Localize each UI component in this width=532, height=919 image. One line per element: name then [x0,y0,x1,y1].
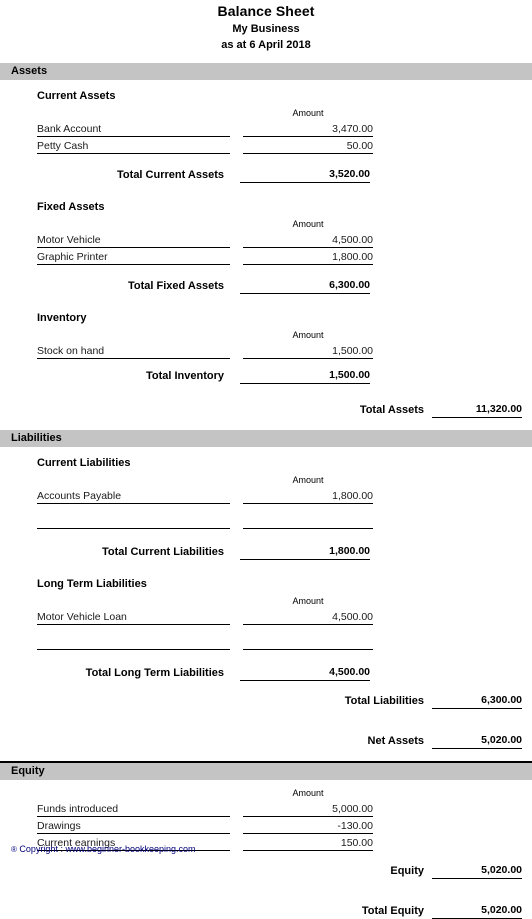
section-bar-assets: Assets [0,63,532,80]
total-amount: 6,300.00 [240,278,370,294]
total-label: Total Current Assets [117,169,224,181]
amount-header-row-current-liabilities: Amount [0,473,532,487]
list-item-empty [0,633,532,650]
item-label [37,635,230,650]
total-row-long-term-liabilities: Total Long Term Liabilities 4,500.00 [0,664,532,681]
registered-mark-icon: ® [11,845,17,854]
amount-header-row-long-term-liabilities: Amount [0,594,532,608]
subsection-heading-fixed-assets: Fixed Assets [37,201,105,213]
list-item: Bank Account 3,470.00 [0,120,532,137]
item-amount: 3,470.00 [243,122,373,137]
list-item: Motor Vehicle 4,500.00 [0,231,532,248]
list-item: Accounts Payable 1,800.00 [0,487,532,504]
page-title: Balance Sheet [217,3,315,19]
amount-column-header: Amount [292,219,324,229]
amount-column-header: Amount [292,596,324,606]
item-amount: 5,000.00 [243,802,373,817]
list-item: Stock on hand 1,500.00 [0,342,532,359]
amount-header-row-equity: Amount [0,786,532,800]
item-amount: 1,500.00 [243,344,373,359]
item-amount: 1,800.00 [243,250,373,265]
grand-total-amount: 11,320.00 [432,402,522,418]
item-label: Stock on hand [37,344,230,359]
grand-total-amount: 6,300.00 [432,693,522,709]
subsection-heading-current-liabilities: Current Liabilities [37,457,131,469]
amount-header-row-current-assets: Amount [0,106,532,120]
item-amount: 50.00 [243,139,373,154]
list-item-empty [0,512,532,529]
item-amount [243,514,373,529]
item-amount: 4,500.00 [243,233,373,248]
subsection-heading-inventory: Inventory [37,312,87,324]
amount-column-header: Amount [292,788,324,798]
amount-header-row-fixed-assets: Amount [0,217,532,231]
item-amount [243,635,373,650]
copyright-footer: ® Copyright : www.beginner-bookkeeping.c… [11,844,196,854]
total-amount: 3,520.00 [240,167,370,183]
equity-subtotal-amount: 5,020.00 [432,863,522,879]
subsection-heading-current-assets: Current Assets [37,90,116,102]
list-item: Drawings -130.00 [0,817,532,834]
total-label: Total Long Term Liabilities [85,667,224,679]
grand-total-row-total-assets: Total Assets 11,320.00 [0,400,532,418]
item-label: Motor Vehicle [37,233,230,248]
list-item: Funds introduced 5,000.00 [0,800,532,817]
document-header: Balance Sheet My Business as at 6 April … [0,0,532,53]
item-amount: 1,800.00 [243,489,373,504]
amount-column-header: Amount [292,108,324,118]
grand-total-amount: 5,020.00 [432,903,522,919]
total-row-current-assets: Total Current Assets 3,520.00 [0,166,532,183]
total-row-inventory: Total Inventory 1,500.00 [0,367,532,384]
net-assets-amount: 5,020.00 [432,733,522,749]
amount-column-header: Amount [292,475,324,485]
section-bar-equity: Equity [0,763,532,780]
item-amount: 4,500.00 [243,610,373,625]
total-row-current-liabilities: Total Current Liabilities 1,800.00 [0,543,532,560]
total-label: Total Fixed Assets [128,280,224,292]
item-label: Bank Account [37,122,230,137]
list-item: Motor Vehicle Loan 4,500.00 [0,608,532,625]
item-amount: -130.00 [243,819,373,834]
section-bar-liabilities: Liabilities [0,430,532,447]
copyright-text: Copyright : www.beginner-bookkeeping.com [19,844,196,854]
grand-total-row-total-liabilities: Total Liabilities 6,300.00 [0,691,532,709]
item-label: Funds introduced [37,802,230,817]
total-amount: 1,800.00 [240,544,370,560]
item-label: Motor Vehicle Loan [37,610,230,625]
item-label [37,514,230,529]
list-item: Petty Cash 50.00 [0,137,532,154]
total-label: Total Inventory [145,370,224,382]
item-label: Petty Cash [37,139,230,154]
item-amount: 150.00 [243,836,373,851]
item-label: Accounts Payable [37,489,230,504]
amount-header-row-inventory: Amount [0,328,532,342]
grand-total-row-total-equity: Total Equity 5,020.00 [0,901,532,919]
grand-total-label: Total Equity [361,905,424,917]
grand-total-row-net-assets: Net Assets 5,020.00 [0,731,532,749]
grand-total-label: Total Liabilities [344,695,424,707]
business-name: My Business [232,23,300,35]
subsection-heading-long-term-liabilities: Long Term Liabilities [37,578,147,590]
list-item: Graphic Printer 1,800.00 [0,248,532,265]
total-amount: 1,500.00 [240,368,370,384]
total-amount: 4,500.00 [240,665,370,681]
total-label: Total Current Liabilities [101,546,224,558]
net-assets-label: Net Assets [367,735,424,747]
item-label: Graphic Printer [37,250,230,265]
amount-column-header: Amount [292,330,324,340]
equity-subtotal-label: Equity [390,865,424,877]
grand-total-label: Total Assets [359,404,424,416]
report-date: as at 6 April 2018 [221,39,311,51]
total-row-fixed-assets: Total Fixed Assets 6,300.00 [0,277,532,294]
item-label: Drawings [37,819,230,834]
